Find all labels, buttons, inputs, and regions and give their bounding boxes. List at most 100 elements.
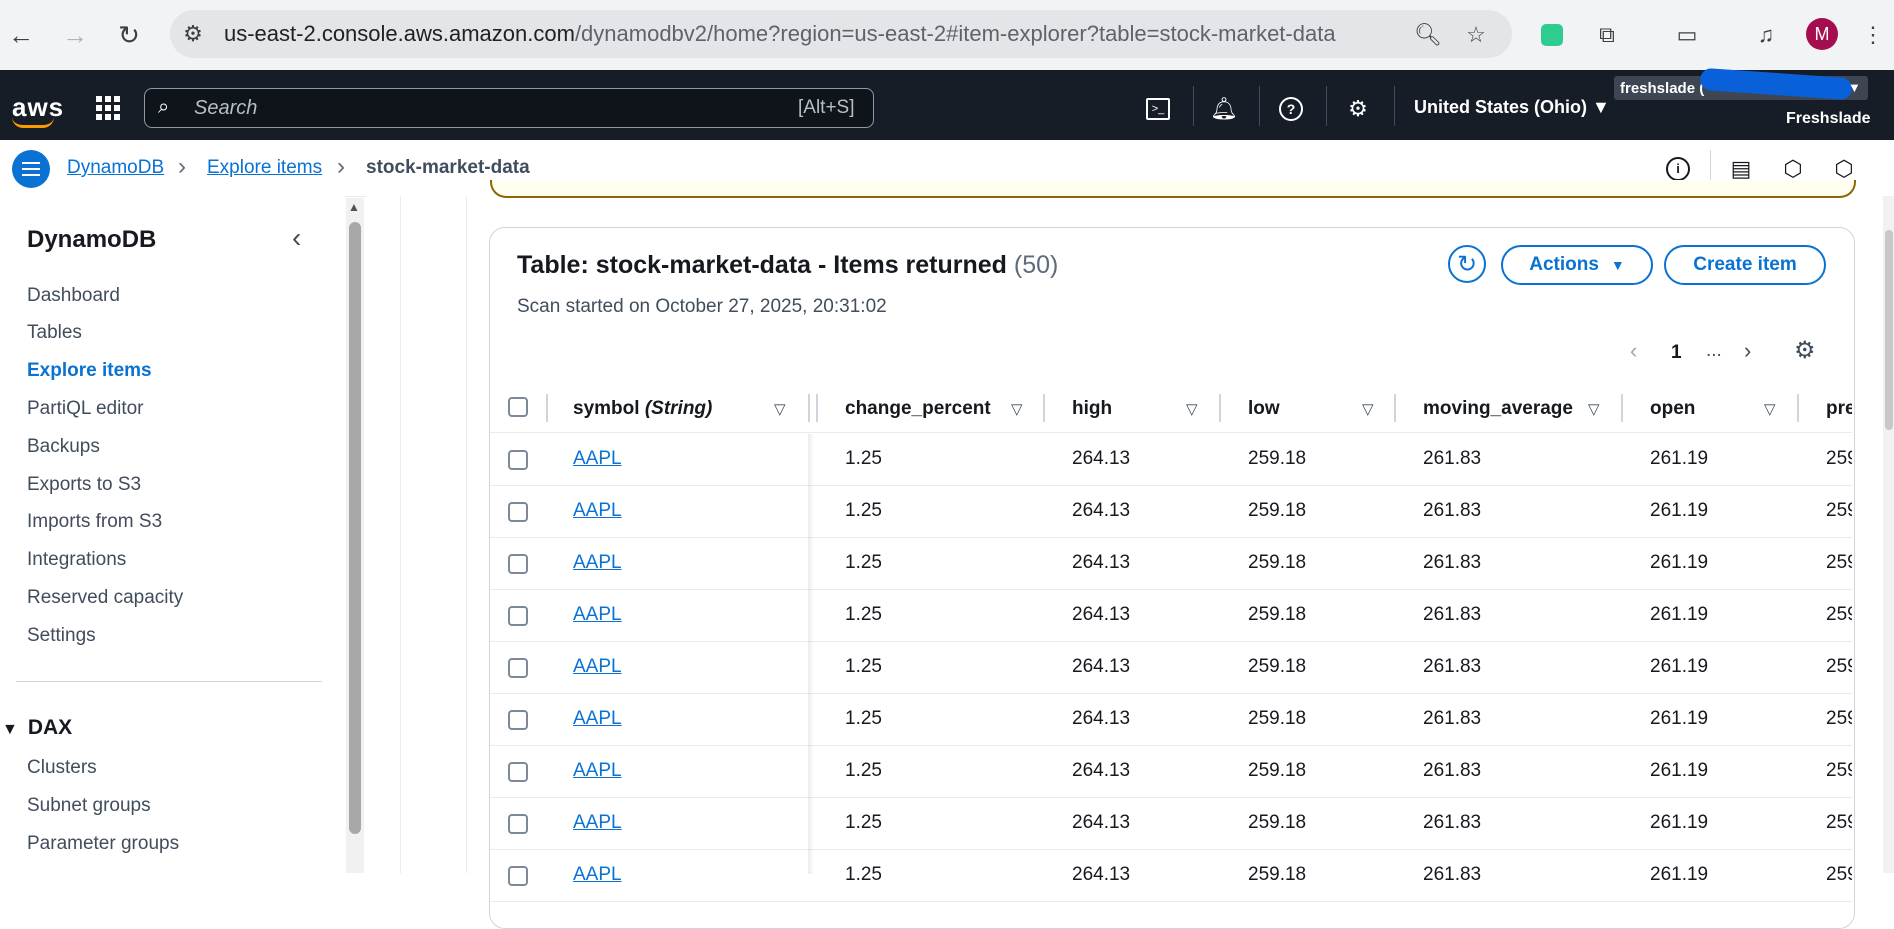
side-navigation-toggle[interactable] [12,150,50,188]
browser-menu-icon[interactable]: ⋮ [1856,18,1890,52]
item-symbol-link[interactable]: AAPL [573,656,622,678]
table-cell: 259 [1826,812,1852,833]
topbar-divider [1326,86,1327,126]
create-item-button[interactable]: Create item [1664,245,1826,285]
breadcrumb-dynamodb[interactable]: DynamoDB [67,157,164,179]
table-cell: 259 [1826,604,1852,625]
site-settings-icon[interactable]: ⚙ [176,17,210,51]
column-header-change-percent[interactable]: change_percent [845,398,991,420]
sort-caret-icon[interactable]: ▽ [1011,400,1023,418]
sidebar-item-backups[interactable]: Backups [27,436,100,458]
cloudshell-icon[interactable]: >_ [1143,94,1173,124]
topbar-divider [1394,86,1395,126]
extensions-puzzle-icon[interactable]: ⧉ [1590,18,1624,52]
table-cell: 264.13 [1072,500,1131,521]
item-symbol-link[interactable]: AAPL [573,812,622,834]
item-symbol-link[interactable]: AAPL [573,864,622,886]
row-checkbox[interactable] [508,866,528,886]
item-symbol-link[interactable]: AAPL [573,552,622,574]
sidebar-item-reserved-capacity[interactable]: Reserved capacity [27,587,183,609]
table-row [490,746,1852,798]
forward-arrow-icon[interactable]: → [58,18,92,52]
pagination-prev-icon[interactable]: ‹ [1630,338,1637,364]
sidebar-title[interactable]: DynamoDB [27,226,156,254]
sidebar-item-tables[interactable]: Tables [27,322,82,344]
pagination-ellipsis: ... [1706,340,1722,361]
item-symbol-link[interactable]: AAPL [573,500,622,522]
sidebar-item-explore-items[interactable]: Explore items [27,360,152,382]
sidebar-item-partiql-editor[interactable]: PartiQL editor [27,398,144,420]
sort-caret-icon[interactable]: ▽ [1764,400,1776,418]
item-symbol-link[interactable]: AAPL [573,760,622,782]
sidebar-section-dax[interactable]: ▼ DAX [0,716,72,740]
pagination-page-1[interactable]: 1 [1671,342,1682,364]
sort-caret-icon[interactable]: ▽ [774,400,786,418]
chevron-right-icon: › [178,153,186,180]
scroll-up-arrow-icon[interactable]: ▲ [348,200,360,214]
row-checkbox[interactable] [508,710,528,730]
sidebar-item-subnet-groups[interactable]: Subnet groups [27,795,151,817]
sidebar-item-parameter-groups[interactable]: Parameter groups [27,833,179,855]
account-id: freshslade ( [1620,80,1705,97]
search-input[interactable] [192,94,756,122]
table-row [490,434,1852,486]
pagination-next-icon[interactable]: › [1744,338,1751,364]
extension-app-icon[interactable] [1535,18,1569,52]
sidebar-item-settings[interactable]: Settings [27,625,96,647]
table-cell: 1.25 [845,656,882,677]
column-header-open[interactable]: open [1650,398,1695,420]
sort-caret-icon[interactable]: ▽ [1588,400,1600,418]
column-header-pre[interactable]: pre [1826,398,1852,420]
settings-gear-icon[interactable]: ⚙ [1343,94,1373,124]
page-scroll-thumb[interactable] [1885,230,1893,430]
table-title: Table: stock-market-data - Items returne… [517,251,1058,280]
column-header-high[interactable]: high [1072,398,1112,420]
items-count: (50) [1013,251,1059,279]
column-header-moving-average[interactable]: moving_average [1423,398,1573,420]
notifications-bell-icon[interactable]: 🔔︎ [1209,94,1239,124]
back-arrow-icon[interactable]: ← [4,18,38,52]
sidebar-item-imports[interactable]: Imports from S3 [27,511,162,533]
column-header-symbol[interactable]: symbol (String) [573,398,712,420]
row-checkbox[interactable] [508,658,528,678]
sidebar-item-dashboard[interactable]: Dashboard [27,285,120,307]
sort-caret-icon[interactable]: ▽ [1186,400,1198,418]
table-cell: 259.18 [1248,864,1307,885]
sidebar-item-exports[interactable]: Exports to S3 [27,474,141,496]
row-checkbox[interactable] [508,502,528,522]
table-cell: 259.18 [1248,604,1307,625]
row-checkbox[interactable] [508,450,528,470]
bookmark-star-icon[interactable]: ☆ [1459,18,1493,52]
column-header-low[interactable]: low [1248,398,1280,420]
row-checkbox[interactable] [508,814,528,834]
breadcrumb-explore-items[interactable]: Explore items [207,157,322,179]
account-name[interactable]: Freshslade [1786,110,1870,128]
table-preferences-gear-icon[interactable]: ⚙ [1794,336,1816,365]
zoom-icon[interactable]: 🔍︎ [1411,18,1445,52]
refresh-button[interactable]: ↻ [1448,245,1486,283]
table-row [490,798,1852,850]
sidebar-item-integrations[interactable]: Integrations [27,549,126,571]
actions-button[interactable]: Actions ▼ [1501,245,1653,285]
row-checkbox[interactable] [508,762,528,782]
tab-search-icon[interactable]: ▭ [1670,18,1704,52]
chevron-left-icon[interactable]: ‹ [292,222,301,254]
sidebar-scroll-thumb[interactable] [349,222,361,834]
url-host: us-east-2.console.aws.amazon.com [224,21,575,46]
reload-icon[interactable]: ↻ [112,18,146,52]
services-grid-icon[interactable] [96,96,120,120]
sort-caret-icon[interactable]: ▽ [1362,400,1374,418]
help-icon[interactable]: ? [1276,94,1306,124]
column-resize-handle[interactable] [808,394,810,422]
item-symbol-link[interactable]: AAPL [573,448,622,470]
media-controls-icon[interactable]: ♫ [1749,18,1783,52]
row-checkbox[interactable] [508,606,528,626]
select-all-checkbox[interactable] [508,397,528,417]
sidebar-item-clusters[interactable]: Clusters [27,757,97,779]
url-text[interactable]: us-east-2.console.aws.amazon.com/dynamod… [224,21,1336,47]
item-symbol-link[interactable]: AAPL [573,604,622,626]
region-selector[interactable]: United States (Ohio) ▼ [1414,97,1610,118]
avatar[interactable]: M [1806,18,1838,50]
row-checkbox[interactable] [508,554,528,574]
item-symbol-link[interactable]: AAPL [573,708,622,730]
